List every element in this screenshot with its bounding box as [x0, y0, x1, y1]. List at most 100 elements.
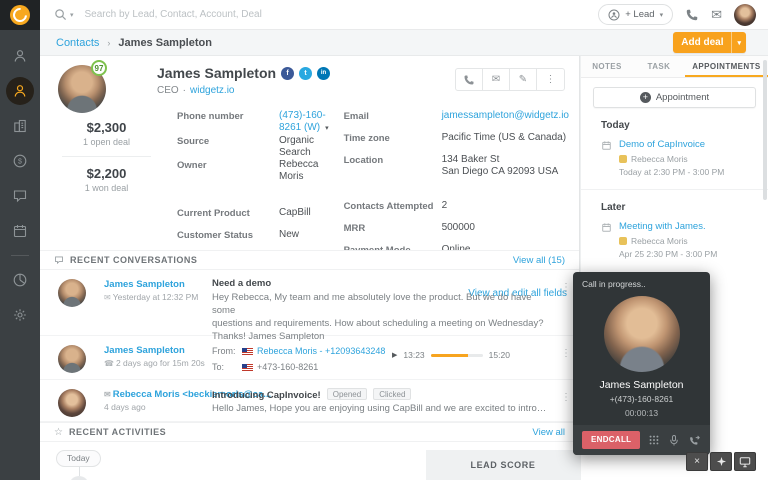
- recent-conversations-header: RECENT CONVERSATIONS View all (15): [40, 250, 579, 270]
- appointment-owner: Rebecca Moris: [631, 236, 688, 246]
- sidebar-item-deals[interactable]: $: [6, 147, 34, 175]
- appointment-item[interactable]: Meeting with James. Rebecca Moris Apr 25…: [601, 221, 758, 259]
- section-title: RECENT CONVERSATIONS: [70, 255, 197, 265]
- avatar: [58, 279, 86, 307]
- callee-phone: +(473)-160-8261: [573, 394, 710, 404]
- email-value[interactable]: jamessampleton@widgetz.io: [442, 110, 569, 122]
- field-label: Time zone: [344, 132, 442, 144]
- person-card-icon: [12, 83, 28, 99]
- scrollbar[interactable]: [763, 60, 767, 200]
- call-button[interactable]: [456, 69, 483, 90]
- phone-icon: ☎: [104, 359, 114, 368]
- plus-icon: +: [640, 92, 651, 103]
- end-call-button[interactable]: ENDCALL: [582, 431, 640, 449]
- caller-name-link[interactable]: Rebecca Moris: [257, 346, 317, 356]
- contact-fields: Phone number (473)-160-8261 (W)▾ Source …: [177, 110, 569, 273]
- phone-number-value[interactable]: (473)-160-8261 (W): [279, 110, 326, 133]
- owner-avatar: [619, 155, 627, 163]
- deal-stats: $2,300 1 open deal $2,200 1 won deal: [40, 120, 173, 193]
- progress-fill: [431, 354, 468, 357]
- us-flag-icon: [242, 348, 253, 355]
- user-avatar[interactable]: [734, 4, 756, 26]
- more-options-button[interactable]: ⋮: [537, 69, 564, 90]
- breadcrumb-contacts-link[interactable]: Contacts: [56, 37, 99, 49]
- sidebar-item-conversations[interactable]: [6, 182, 34, 210]
- row-menu-button[interactable]: ⋮: [561, 392, 571, 403]
- row-menu-button[interactable]: ⋮: [561, 348, 571, 359]
- contact-name: James Sampleton: [157, 65, 276, 81]
- email-subject[interactable]: Introducing CapInvoice!: [212, 390, 321, 401]
- tab-notes[interactable]: NOTES: [581, 56, 633, 77]
- sidebar-item-contacts[interactable]: [6, 77, 34, 105]
- mail-icon: ✉: [104, 293, 111, 302]
- search-input[interactable]: [83, 8, 383, 21]
- contact-company-link[interactable]: widgetz.io: [190, 85, 234, 96]
- email-button[interactable]: ✉: [483, 69, 510, 90]
- total-time: 15:20: [489, 350, 510, 360]
- conversation-email-row[interactable]: James Sampleton ✉Yesterday at 12:32 PM N…: [40, 270, 579, 336]
- phone-icon[interactable]: [685, 8, 699, 22]
- conversation-call-row[interactable]: James Sampleton ☎2 days ago for 15m 20s …: [40, 336, 579, 380]
- tab-appointments[interactable]: APPOINTMENTS: [685, 56, 768, 77]
- quick-add-lead-button[interactable]: + Lead ▾: [598, 4, 673, 25]
- field-label: Email: [344, 110, 442, 122]
- mail-icon[interactable]: ✉: [711, 7, 722, 23]
- appointment-item[interactable]: Demo of CapInvoice Rebecca Moris Today a…: [601, 139, 758, 177]
- appointment-title-link[interactable]: Demo of CapInvoice: [619, 139, 758, 150]
- sender-name-link[interactable]: James Sampleton: [104, 345, 185, 356]
- monitor-icon[interactable]: [734, 452, 756, 471]
- open-deal-amount: $2,300: [40, 120, 173, 135]
- call-status-text: Call in progress..: [573, 272, 710, 289]
- view-all-activities-link[interactable]: View all: [532, 427, 565, 438]
- play-icon[interactable]: ▶: [392, 351, 397, 359]
- overlay-toolbar: ×: [686, 452, 756, 471]
- transfer-call-icon[interactable]: [688, 434, 701, 447]
- appointment-title-link[interactable]: Meeting with James.: [619, 221, 758, 232]
- close-icon[interactable]: ×: [686, 452, 708, 471]
- search-icon[interactable]: [54, 8, 67, 21]
- add-appointment-button[interactable]: + Appointment: [593, 87, 756, 108]
- elapsed-time: 13:23: [403, 350, 424, 360]
- gear-icon: [12, 307, 28, 323]
- app-logo[interactable]: [0, 0, 40, 30]
- sidebar-item-leads[interactable]: [6, 42, 34, 70]
- section-title: RECENT ACTIVITIES: [69, 427, 166, 437]
- conversation-email-row[interactable]: ✉Rebecca Moris <beckiemoris@ca... 4 days…: [40, 380, 579, 422]
- sidebar-item-reports[interactable]: [6, 266, 34, 294]
- appointment-time: Apr 25 2:30 PM - 3:00 PM: [619, 249, 758, 259]
- stats-divider: [62, 156, 151, 157]
- customer-status-value: New: [279, 229, 336, 241]
- chevron-down-icon[interactable]: ▾: [731, 32, 746, 53]
- email-subject[interactable]: Need a demo: [212, 278, 271, 289]
- avatar: [58, 389, 86, 417]
- linkedin-icon[interactable]: in: [317, 67, 330, 80]
- recent-activities-header: ☆ RECENT ACTIVITIES View all: [40, 422, 579, 442]
- call-from-to: From:Rebecca Moris - +12093643248 To:+47…: [212, 343, 385, 375]
- chevron-down-icon[interactable]: ▾: [325, 125, 329, 132]
- add-deal-button[interactable]: Add deal ▾: [673, 32, 746, 53]
- edit-button[interactable]: ✎: [510, 69, 537, 90]
- row-menu-button[interactable]: ⋮: [561, 282, 571, 293]
- sparkle-icon[interactable]: [710, 452, 732, 471]
- callee-name: James Sampleton: [573, 379, 710, 391]
- facebook-icon[interactable]: f: [281, 67, 294, 80]
- sidebar-item-calendar[interactable]: [6, 217, 34, 245]
- sidebar-item-settings[interactable]: [6, 301, 34, 329]
- search-scope-caret-icon[interactable]: ▾: [70, 11, 74, 19]
- sender-name-link[interactable]: James Sampleton: [104, 279, 185, 290]
- add-deal-label: Add deal: [673, 37, 731, 48]
- add-appointment-label: Appointment: [656, 92, 709, 103]
- panel-tabs: NOTES TASK APPOINTMENTS: [581, 56, 768, 78]
- timeline-connector: [79, 467, 80, 476]
- dialpad-icon[interactable]: [648, 434, 660, 446]
- twitter-icon[interactable]: t: [299, 67, 312, 80]
- view-all-conversations-link[interactable]: View all (15): [513, 255, 565, 266]
- field-label: MRR: [344, 222, 442, 234]
- sidebar-item-accounts[interactable]: [6, 112, 34, 140]
- owner-value: Rebecca Moris: [279, 159, 336, 183]
- won-deal-label: 1 won deal: [40, 183, 173, 193]
- mute-microphone-icon[interactable]: [668, 434, 680, 447]
- progress-bar[interactable]: [431, 354, 483, 357]
- tab-task[interactable]: TASK: [633, 56, 685, 77]
- lead-score-panel: LEAD SCORE: [426, 450, 580, 480]
